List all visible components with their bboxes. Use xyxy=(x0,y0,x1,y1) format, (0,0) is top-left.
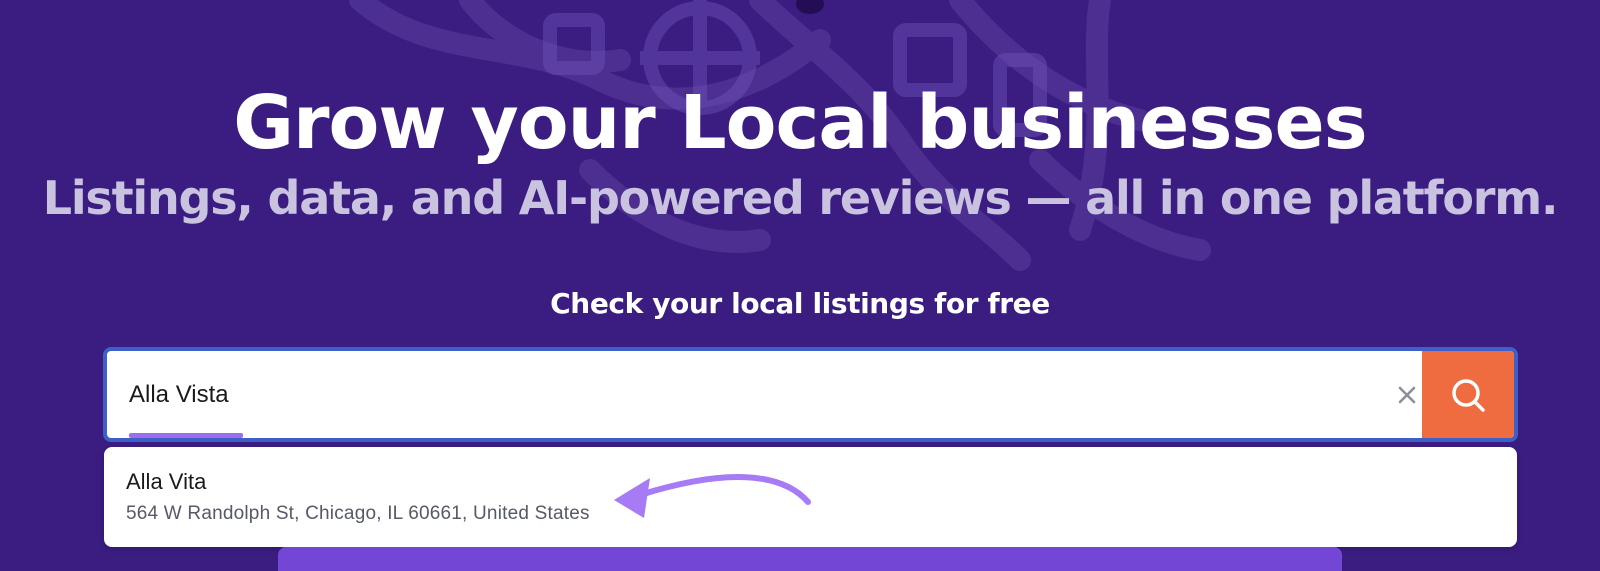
business-search-input[interactable] xyxy=(107,351,1407,438)
page-title: Grow your Local businesses xyxy=(233,80,1367,166)
arrow-annotation-icon xyxy=(614,474,811,518)
business-search-box xyxy=(103,347,1518,442)
hero-section: Grow your Local businesses Listings, dat… xyxy=(0,0,1600,571)
bottom-promo-bar xyxy=(278,547,1342,571)
clear-search-button[interactable] xyxy=(1387,375,1427,415)
typing-highlight xyxy=(129,433,243,438)
search-submit-button[interactable] xyxy=(1422,351,1514,438)
close-icon xyxy=(1398,386,1416,404)
suggestion-name: Alla Vita xyxy=(126,469,207,494)
suggestion-address: 564 W Randolph St, Chicago, IL 60661, Un… xyxy=(126,503,590,524)
search-prompt-label: Check your local listings for free xyxy=(550,287,1050,320)
search-icon xyxy=(1452,378,1485,412)
page-subtitle: Listings, data, and AI-powered reviews —… xyxy=(42,171,1559,225)
